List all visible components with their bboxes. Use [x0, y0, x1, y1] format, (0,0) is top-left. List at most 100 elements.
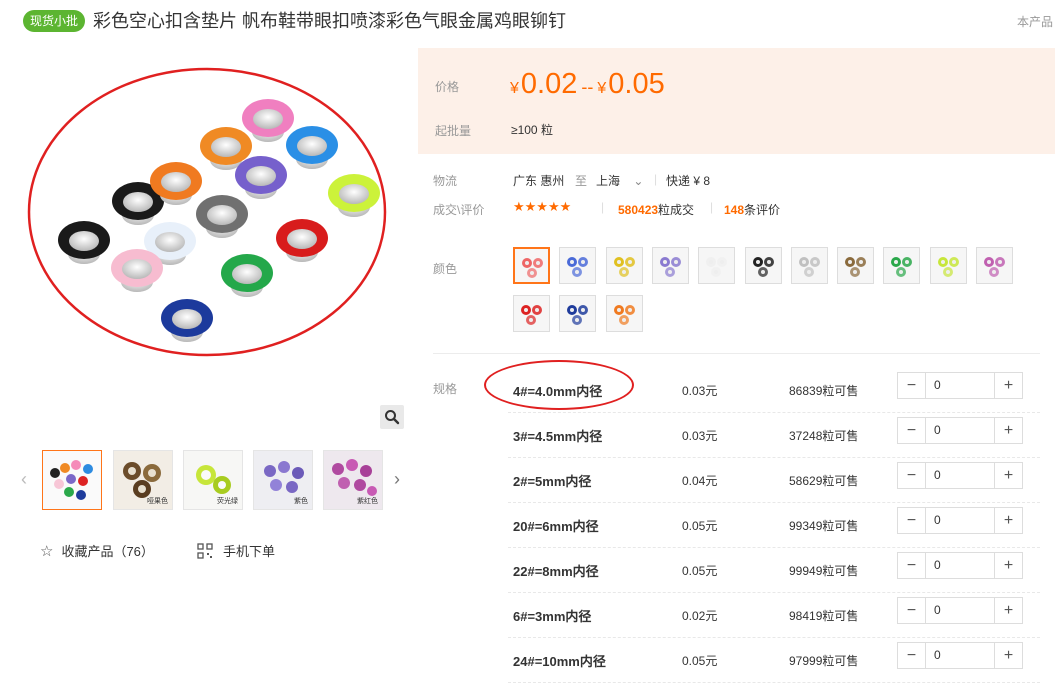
price-max: 0.05 — [608, 68, 665, 100]
color-swatch[interactable] — [976, 247, 1013, 284]
minus-button[interactable]: − — [898, 553, 925, 578]
plus-button[interactable]: + — [995, 508, 1022, 533]
minus-button[interactable]: − — [898, 418, 925, 443]
section-divider — [433, 353, 1040, 354]
stock-count: 58629 — [789, 474, 823, 488]
minus-button[interactable]: − — [898, 598, 925, 623]
plus-icon: + — [1003, 511, 1014, 529]
color-swatch[interactable] — [929, 247, 967, 284]
color-swatch[interactable] — [559, 247, 597, 284]
thumbnail-caption: 荧光绿 — [217, 498, 238, 505]
minus-icon: − — [906, 511, 917, 529]
thumb-next-arrow-icon[interactable]: › — [391, 468, 403, 490]
star-outline-icon: ☆ — [40, 542, 54, 560]
quantity-stepper: −0 + — [897, 642, 1023, 669]
swatch-image — [937, 257, 959, 277]
spec-name: 3#=4.5mm内径 — [513, 429, 603, 444]
minus-button[interactable]: − — [898, 373, 925, 398]
spec-price: 0.05元 — [682, 519, 718, 533]
swatch-image — [891, 257, 913, 277]
swatch-image — [567, 305, 589, 325]
review-count: 148 — [724, 203, 745, 217]
swatch-image — [521, 305, 542, 325]
quantity-stepper: −0 + — [897, 552, 1023, 579]
main-product-image[interactable] — [24, 48, 404, 428]
plus-button[interactable]: + — [995, 373, 1022, 398]
color-swatch[interactable] — [790, 247, 828, 284]
eyelet-hole — [339, 184, 369, 204]
sold-count: 580423 — [618, 203, 659, 217]
product-title: 彩色空心扣含垫片 帆布鞋带眼扣喷漆彩色气眼金属鸡眼铆钉 — [93, 11, 566, 31]
eyelet-hole — [287, 229, 317, 249]
quantity-stepper: −0 + — [897, 507, 1023, 534]
stock-count: 99349 — [789, 519, 823, 533]
thumbnail-3[interactable]: 荧光绿 — [183, 450, 243, 510]
color-swatch[interactable] — [837, 247, 875, 284]
favorite-label: 收藏产品（76） — [61, 544, 154, 559]
spec-price: 0.05元 — [682, 654, 718, 668]
eyelet-hole — [253, 109, 283, 129]
quantity-input[interactable]: 0 — [925, 418, 995, 443]
stock-count: 37248 — [789, 429, 823, 443]
color-swatch[interactable] — [513, 247, 550, 284]
logistics-from: 广东 惠州 — [513, 174, 565, 188]
mobile-order-label: 手机下单 — [223, 544, 276, 559]
color-swatch[interactable] — [883, 247, 921, 284]
spec-name: 24#=10mm内径 — [513, 654, 606, 669]
logistics-to-word: 至 — [575, 174, 588, 188]
thumbnail-1[interactable] — [42, 450, 102, 510]
thumb-prev-arrow-icon[interactable]: ‹ — [18, 468, 30, 490]
thumbnail-5[interactable]: 紫红色 — [323, 450, 383, 510]
quantity-input[interactable]: 0 — [925, 598, 995, 623]
review-count-link[interactable]: 148条评价 — [724, 201, 780, 218]
plus-button[interactable]: + — [995, 643, 1022, 668]
thumbnail-caption: 紫红色 — [357, 498, 378, 505]
plus-button[interactable]: + — [995, 598, 1022, 623]
destination-select[interactable]: 上海 ⌄ — [596, 172, 643, 189]
minus-button[interactable]: − — [898, 463, 925, 488]
eyelet-hole — [161, 172, 191, 192]
quantity-input[interactable]: 0 — [925, 373, 995, 398]
spec-row: 6#=3mm内径 0.02元 98419粒可售 −0 + — [508, 593, 1040, 638]
spec-name: 2#=5mm内径 — [513, 474, 592, 489]
quantity-input[interactable]: 0 — [925, 508, 995, 533]
minus-button[interactable]: − — [898, 508, 925, 533]
rating-stars: ★★★★★ — [513, 199, 572, 214]
spec-label: 规格 — [433, 382, 458, 396]
plus-button[interactable]: + — [995, 553, 1022, 578]
color-swatch[interactable] — [513, 295, 550, 332]
spec-row: 3#=4.5mm内径 0.03元 37248粒可售 −0 + — [508, 413, 1040, 458]
mobile-order-button[interactable]: 手机下单 — [197, 541, 275, 560]
plus-icon: + — [1003, 466, 1014, 484]
plus-button[interactable]: + — [995, 418, 1022, 443]
thumbnail-2[interactable]: 哑果色 — [113, 450, 173, 510]
zoom-button[interactable] — [380, 405, 404, 429]
divider-bar: | — [601, 200, 605, 214]
color-swatch[interactable] — [744, 247, 782, 284]
color-swatch[interactable] — [698, 247, 736, 284]
favorite-button[interactable]: ☆ 收藏产品（76） — [40, 541, 154, 560]
thumbnail-4[interactable]: 紫色 — [253, 450, 313, 510]
quantity-input[interactable]: 0 — [925, 553, 995, 578]
quantity-input[interactable]: 0 — [925, 643, 995, 668]
plus-button[interactable]: + — [995, 463, 1022, 488]
divider-bar: | — [710, 200, 714, 214]
color-swatch[interactable] — [605, 295, 643, 332]
price-label: 价格 — [435, 80, 460, 94]
color-swatch[interactable] — [651, 247, 689, 284]
swatch-image — [752, 257, 774, 277]
color-swatch[interactable] — [559, 295, 597, 332]
sold-suffix: 粒成交 — [658, 203, 695, 217]
spec-stock: 99349粒可售 — [789, 517, 858, 534]
spec-name: 20#=6mm内径 — [513, 519, 599, 534]
eyelet-hole — [122, 259, 152, 279]
color-swatch[interactable] — [605, 247, 643, 284]
header-right-link[interactable]: 本产品 — [1017, 13, 1053, 30]
swatch-image — [659, 257, 681, 277]
quantity-input[interactable]: 0 — [925, 463, 995, 488]
sold-count-link[interactable]: 580423粒成交 — [618, 201, 694, 218]
magnifier-icon — [385, 410, 400, 425]
deal-label: 成交\评价 — [433, 203, 485, 217]
minus-button[interactable]: − — [898, 643, 925, 668]
spec-name: 22#=8mm内径 — [513, 564, 599, 579]
